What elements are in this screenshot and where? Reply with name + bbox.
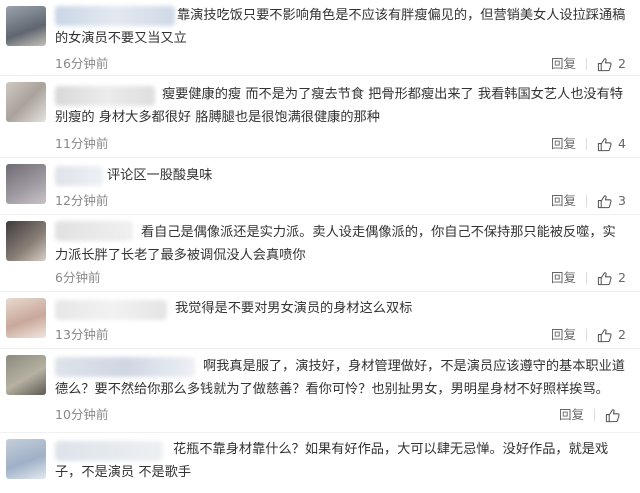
avatar[interactable] <box>6 439 46 479</box>
divider <box>586 329 588 341</box>
comment-actions: 回复 2 <box>551 270 626 286</box>
divider <box>586 138 588 150</box>
avatar[interactable] <box>6 298 46 338</box>
comment-text: 看自己是偶像派还是实力派。卖人设走偶像派的，你自己不保持那只能被反噬，实力派长胖… <box>55 225 616 263</box>
like-count: 2 <box>618 56 626 71</box>
divider <box>586 272 588 284</box>
thumbs-up-icon <box>597 57 612 71</box>
reply-button[interactable]: 回复 <box>551 270 576 286</box>
comment-text: 花瓶不靠身材靠什么？如果有好作品，大可以肆无忌惮。没好作品，就是戏子，不是演员 … <box>55 442 609 480</box>
reply-button[interactable]: 回复 <box>551 56 576 72</box>
thumbs-up-icon <box>605 408 620 422</box>
avatar[interactable] <box>6 221 46 261</box>
comment-actions: 回复 <box>559 407 626 423</box>
divider <box>594 409 595 421</box>
comment-text: 啊我真是服了，演技好，身材管理做好，不是演员应该遵守的基本职业道德么？要不然给你… <box>55 359 625 397</box>
comment-item: 啊我真是服了，演技好，身材管理做好，不是演员应该遵守的基本职业道德么？要不然给你… <box>0 349 640 433</box>
comment-actions: 回复 4 <box>551 136 626 152</box>
avatar[interactable] <box>6 355 46 395</box>
like-count: 3 <box>618 193 626 208</box>
comment-list: 靠演技吃饭只要不影响角色是不应该有胖瘦偏见的，但营销美女人设拉踩通稿的女演员不要… <box>0 0 640 493</box>
like-count: 4 <box>618 136 626 151</box>
reply-button[interactable]: 回复 <box>551 327 576 343</box>
comment-item: 瘦要健康的瘦 而不是为了瘦去节食 把骨形都瘦出来了 我看韩国女艺人也没有特别瘦的… <box>0 76 640 158</box>
reply-button[interactable]: 回复 <box>551 193 576 209</box>
like-button[interactable]: 2 <box>597 56 626 72</box>
like-button[interactable] <box>605 408 626 423</box>
comment-text: 瘦要健康的瘦 而不是为了瘦去节食 把骨形都瘦出来了 我看韩国女艺人也没有特别瘦的… <box>55 87 623 125</box>
like-count: 2 <box>618 270 626 285</box>
reply-button[interactable]: 回复 <box>559 407 584 423</box>
avatar[interactable] <box>6 6 46 46</box>
like-count: 2 <box>618 327 626 342</box>
comment-item: 评论区一股酸臭味 12分钟前 回复 3 <box>0 158 640 215</box>
reply-button[interactable]: 回复 <box>551 136 576 152</box>
thumbs-up-icon <box>597 137 612 151</box>
thumbs-up-icon <box>597 328 612 342</box>
comment-time: 16分钟前 <box>55 56 109 71</box>
comment-time: 10分钟前 <box>55 407 109 422</box>
comment-actions: 回复 3 <box>551 193 626 209</box>
like-button[interactable]: 2 <box>597 327 626 343</box>
avatar[interactable] <box>6 82 46 122</box>
comment-item: 靠演技吃饭只要不影响角色是不应该有胖瘦偏见的，但营销美女人设拉踩通稿的女演员不要… <box>0 0 640 76</box>
comment-actions: 回复 2 <box>551 56 626 72</box>
comment-time: 6分钟前 <box>55 270 101 285</box>
comment-text: 靠演技吃饭只要不影响角色是不应该有胖瘦偏见的，但营销美女人设拉踩通稿的女演员不要… <box>55 8 626 46</box>
comment-item: 看自己是偶像派还是实力派。卖人设走偶像派的，你自己不保持那只能被反噬，实力派长胖… <box>0 215 640 292</box>
like-button[interactable]: 4 <box>597 136 626 152</box>
comment-text: 评论区一股酸臭味 <box>107 168 213 183</box>
divider <box>586 195 588 207</box>
like-button[interactable]: 2 <box>597 270 626 286</box>
comment-item: 我觉得是不要对男女演员的身材这么双标 13分钟前 回复 2 <box>0 292 640 349</box>
comment-time: 11分钟前 <box>55 136 109 151</box>
comment-time: 13分钟前 <box>55 327 109 342</box>
comment-item: 花瓶不靠身材靠什么？如果有好作品，大可以肆无忌惮。没好作品，就是戏子，不是演员 … <box>0 433 640 493</box>
avatar[interactable] <box>6 164 46 204</box>
divider <box>586 58 588 70</box>
thumbs-up-icon <box>597 271 612 285</box>
comment-actions: 回复 2 <box>551 327 626 343</box>
like-button[interactable]: 3 <box>597 193 626 209</box>
comment-time: 12分钟前 <box>55 193 109 208</box>
thumbs-up-icon <box>597 194 612 208</box>
comment-text: 我觉得是不要对男女演员的身材这么双标 <box>175 301 413 316</box>
